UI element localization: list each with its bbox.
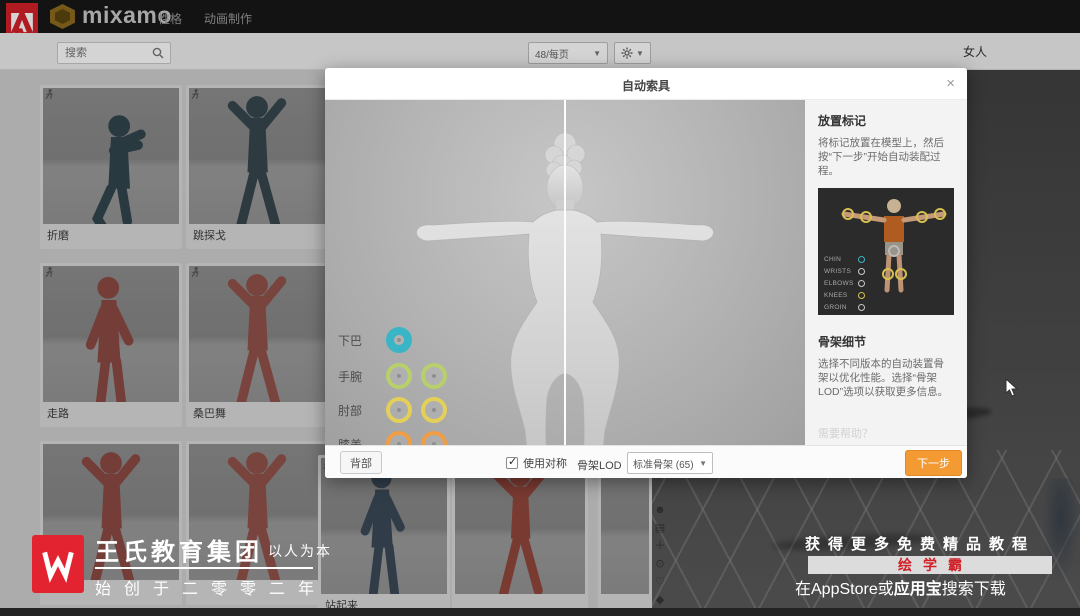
rigging-canvas[interactable]: 下巴 手腕 肘部 膝盖 腹股沟: [325, 100, 805, 445]
watermark-divider: [95, 567, 313, 569]
marker-label: 手腕: [338, 369, 363, 384]
watermark-founded: 始创于二零零二年: [95, 581, 328, 598]
dialog-title: 自动索具: [621, 79, 670, 93]
watermark-download-line: 在AppStore或应用宝搜索下载: [795, 581, 1006, 598]
legend-ring: [858, 304, 865, 311]
mouse-cursor: [1005, 378, 1019, 397]
symmetry-label: 使用对称: [523, 458, 567, 470]
back-view-button[interactable]: 背部: [340, 451, 382, 474]
huixueba-banner: 绘学霸: [808, 556, 1052, 574]
place-markers-heading: 放置标记: [818, 114, 867, 128]
huixueba-brand: 绘学霸: [898, 557, 973, 573]
watermark-promo-line: 获得更多免费精品教程: [805, 536, 1036, 553]
marker-label: 肘部: [338, 403, 363, 418]
legend-ring: [858, 280, 865, 287]
skeleton-lod-select[interactable]: 标准骨架 (65) ▼: [627, 452, 713, 474]
marker-row-elbows: 肘部: [338, 395, 488, 425]
skeleton-detail-heading: 骨架细节: [818, 335, 867, 349]
symmetry-line: [564, 100, 566, 445]
w-book-icon: [42, 551, 74, 583]
watermark-org-name: 王氏教育集团: [95, 539, 263, 566]
lod-label: 骨架LOD: [577, 460, 622, 472]
marker-label: 下巴: [338, 333, 363, 348]
legend-ring: [858, 268, 865, 275]
dialog-header: 自动索具 ×: [325, 68, 967, 100]
next-button[interactable]: 下一步: [905, 450, 962, 476]
symmetry-checkbox[interactable]: [506, 455, 518, 469]
knee-marker-left[interactable]: [386, 431, 412, 445]
chevron-down-icon: ▼: [699, 458, 707, 468]
wangshi-logo: [32, 535, 84, 593]
marker-row-chin: 下巴: [338, 325, 488, 355]
wrist-marker-right[interactable]: [421, 363, 447, 389]
marker-legend: CHIN WRISTS ELBOWS KNEES GROIN: [824, 254, 865, 314]
instructions-panel: 放置标记 将标记放置在模型上，然后按“下一步”开始自动装配过程。 CHIN WR…: [805, 100, 967, 445]
elbow-marker-left[interactable]: [386, 397, 412, 423]
screen: mixamo 性格 动画制作 Adobe 48/每页 ▼ ▼: [0, 0, 1080, 616]
marker-row-wrists: 手腕: [338, 361, 488, 391]
need-help-link[interactable]: 需要帮助？: [818, 425, 954, 441]
close-icon[interactable]: ×: [946, 76, 955, 91]
watermark-slogan: 以人为本: [268, 543, 332, 559]
legend-ring: [858, 256, 865, 263]
wrist-marker-left[interactable]: [386, 363, 412, 389]
chin-marker[interactable]: [386, 327, 412, 353]
skeleton-detail-body: 选择不同版本的自动装置骨架以优化性能。选择“骨架LOD”选项以获取更多信息。: [818, 358, 949, 398]
marker-row-knees: 膝盖: [338, 429, 488, 445]
marker-label: 膝盖: [338, 437, 363, 446]
auto-rigger-dialog: 自动索具 × 下巴 手腕 肘部 膝盖 放置标记 将标记放置在模型上，然后按“下一…: [325, 68, 967, 478]
place-markers-body: 将标记放置在模型上，然后按“下一步”开始自动装配过程。: [818, 137, 944, 177]
symmetry-control: 使用对称: [506, 455, 567, 471]
legend-ring: [858, 292, 865, 299]
dialog-footer: 背部 使用对称 骨架LOD 标准骨架 (65) ▼ 下一步: [325, 445, 967, 478]
knee-marker-right[interactable]: [421, 431, 447, 445]
example-rig-image: CHIN WRISTS ELBOWS KNEES GROIN: [818, 188, 954, 315]
elbow-marker-right[interactable]: [421, 397, 447, 423]
